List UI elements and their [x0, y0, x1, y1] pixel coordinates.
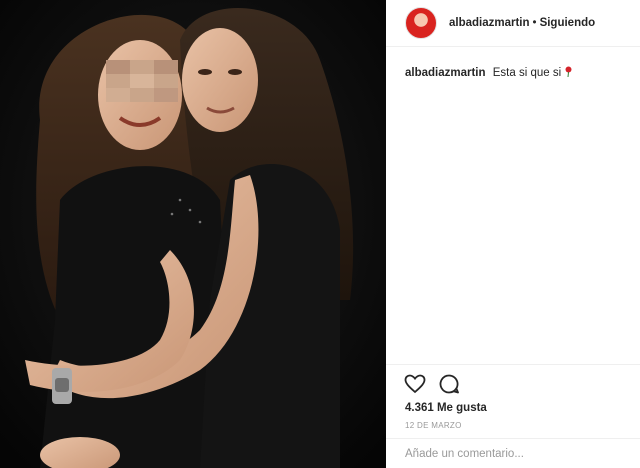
likes-count[interactable]: 4.361 Me gusta — [405, 402, 487, 414]
separator-dot: • — [532, 17, 537, 29]
rose-icon — [565, 66, 572, 77]
comment-bubble-icon[interactable] — [437, 372, 461, 396]
avatar[interactable] — [405, 7, 437, 39]
post-photo-image — [0, 0, 386, 468]
caption-username-link[interactable]: albadiazmartin — [405, 67, 486, 79]
post-date[interactable]: 12 DE MARZO — [405, 421, 462, 430]
post-side-panel: albadiazmartin • Siguiendo albadiazmartin … — [386, 0, 640, 468]
add-comment-bar — [386, 438, 640, 468]
follow-status-button[interactable]: Siguiendo — [540, 17, 596, 29]
action-icons — [403, 372, 461, 396]
post-photo[interactable] — [0, 0, 386, 468]
post-header: albadiazmartin • Siguiendo — [386, 0, 640, 47]
comment-input[interactable] — [405, 448, 605, 460]
username-link[interactable]: albadiazmartin — [449, 17, 530, 29]
header-text: albadiazmartin • Siguiendo — [449, 17, 595, 29]
actions-section: 4.361 Me gusta 12 DE MARZO — [386, 364, 640, 468]
caption-text: Esta si que si — [492, 67, 562, 79]
heart-icon[interactable] — [403, 372, 427, 396]
caption: albadiazmartin Esta si que si — [405, 66, 630, 81]
